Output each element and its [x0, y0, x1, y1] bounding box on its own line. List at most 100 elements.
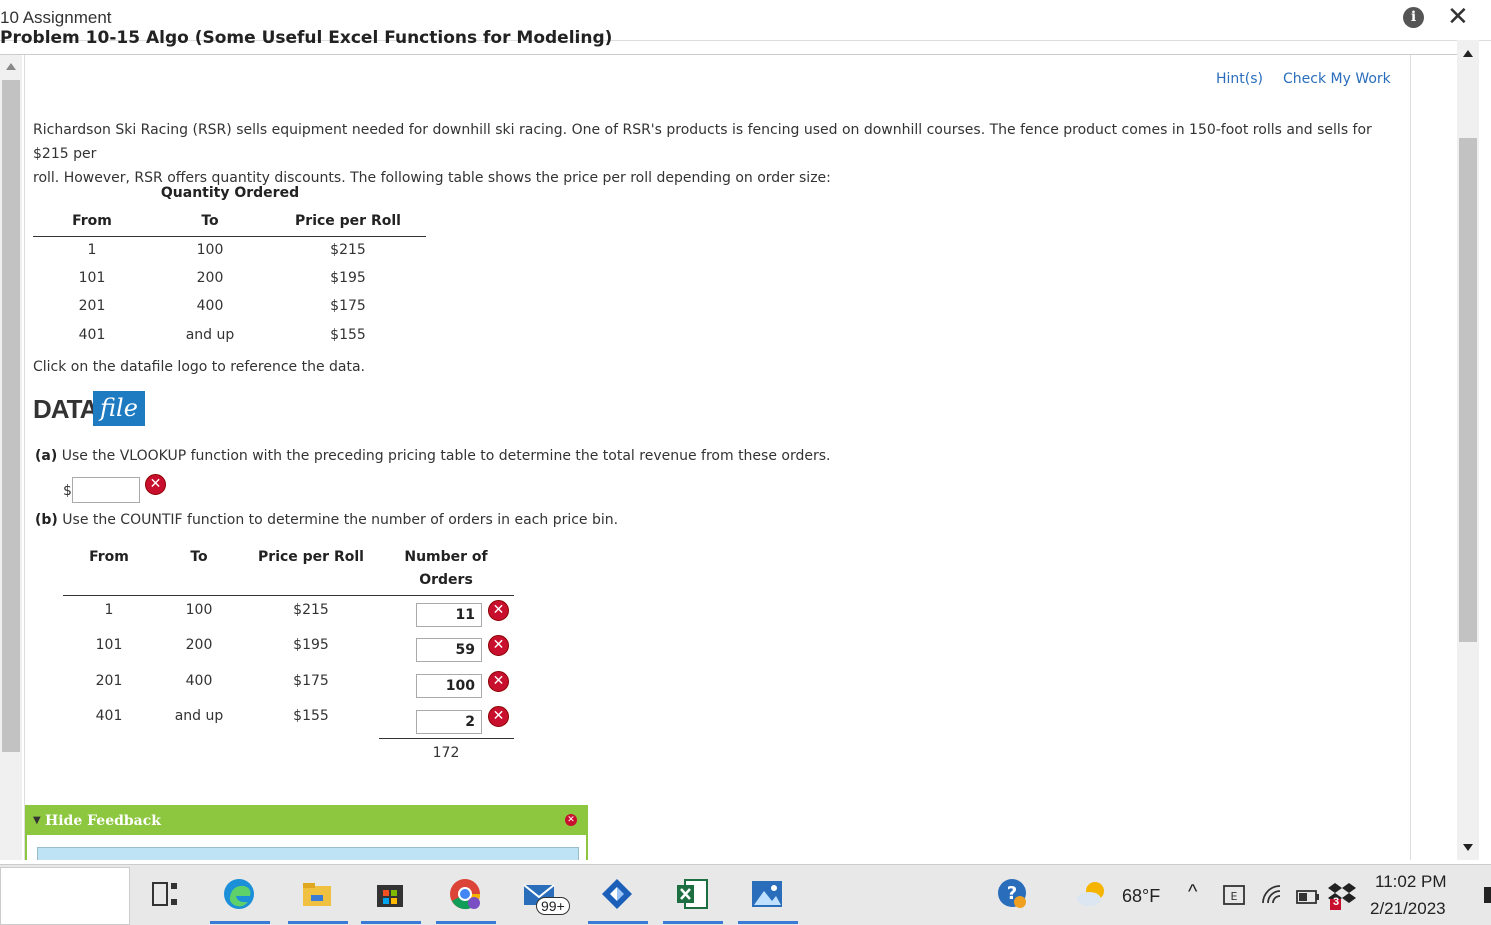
- incorrect-icon: ✕: [488, 635, 509, 656]
- pricing-cell: 201: [78, 298, 106, 314]
- left-scrollbar[interactable]: [0, 55, 22, 860]
- photos-icon[interactable]: [750, 877, 784, 911]
- help-icon[interactable]: ?: [996, 877, 1028, 909]
- edge-browser-icon[interactable]: [222, 877, 256, 911]
- pricing-cell: $215: [330, 242, 366, 258]
- svg-text:E: E: [1231, 890, 1238, 903]
- keyboard-ime-icon[interactable]: E: [1222, 883, 1248, 909]
- datafile-logo-file: file: [93, 391, 145, 426]
- part-b-label: (b): [35, 512, 58, 528]
- chrome-icon[interactable]: [448, 877, 482, 911]
- task-view-icon[interactable]: [148, 877, 182, 911]
- battery-icon[interactable]: [1296, 885, 1320, 909]
- check-my-work-link[interactable]: Check My Work: [1283, 71, 1391, 87]
- total-rule: [379, 738, 514, 739]
- intro-line-1: Richardson Ski Racing (RSR) sells equipm…: [33, 122, 1372, 162]
- scroll-up-icon[interactable]: [1463, 50, 1473, 57]
- orders-cell-to: 400: [185, 673, 213, 689]
- pricing-cell: $195: [330, 270, 366, 286]
- orders-cell-price: $195: [293, 637, 329, 653]
- pricing-header-from: From: [72, 213, 112, 229]
- feedback-close-icon[interactable]: ✕: [565, 814, 577, 826]
- pricing-cell: 401: [78, 327, 106, 343]
- notification-count-badge: 3: [1333, 896, 1340, 908]
- pricing-cell: 101: [78, 270, 106, 286]
- orders-cell-price: $215: [293, 602, 329, 618]
- excel-icon[interactable]: [675, 877, 709, 911]
- orders-header-price: Price per Roll: [258, 549, 364, 565]
- orders-header-number: Number of: [404, 549, 488, 565]
- pricing-cell: 100: [196, 242, 224, 258]
- part-a-prompt: (a) Use the VLOOKUP function with the pr…: [35, 448, 830, 464]
- orders-cell-to: 100: [185, 602, 213, 618]
- orders-cell-from: 201: [95, 673, 123, 689]
- feedback-content: [37, 847, 579, 860]
- part-a-text: Use the VLOOKUP function with the preced…: [61, 448, 831, 464]
- pricing-cell: 400: [196, 298, 224, 314]
- currency-symbol: $: [63, 483, 72, 499]
- app-arrows-icon[interactable]: [600, 877, 634, 911]
- scroll-down-icon[interactable]: [1463, 844, 1473, 851]
- show-hidden-icons-chevron-icon[interactable]: ^: [1188, 881, 1197, 904]
- taskbar-search-box[interactable]: [0, 867, 130, 925]
- orders-total: 172: [432, 745, 460, 761]
- orders-header-to: To: [190, 549, 208, 565]
- orders-input[interactable]: 100: [416, 674, 482, 698]
- orders-header-orders: Orders: [419, 572, 473, 588]
- weather-icon[interactable]: [1075, 877, 1109, 911]
- incorrect-icon: ✕: [488, 671, 509, 692]
- windows-taskbar: 99+ ? 68°F ^ E 3 11:02 PM 2/21/2023: [0, 864, 1491, 925]
- scroll-up-arrow-icon[interactable]: [6, 63, 16, 70]
- hints-link[interactable]: Hint(s): [1216, 71, 1263, 87]
- orders-input[interactable]: 2: [416, 710, 482, 734]
- pricing-cell: 1: [87, 242, 97, 258]
- close-icon[interactable]: ✕: [1447, 4, 1469, 30]
- orders-cell-to: and up: [174, 708, 224, 724]
- orders-input[interactable]: 59: [416, 638, 482, 662]
- pricing-header-rule: [33, 236, 426, 237]
- hide-feedback-toggle[interactable]: ▼ Hide Feedback ✕: [27, 805, 588, 835]
- clock-date[interactable]: 2/21/2023: [1370, 899, 1446, 919]
- orders-cell-from: 101: [95, 637, 123, 653]
- problem-subheading-text: Problem 10-15 Algo (Some Useful Excel Fu…: [0, 28, 613, 48]
- right-scrollbar-thumb[interactable]: [1459, 138, 1477, 642]
- right-scrollbar[interactable]: [1457, 40, 1479, 860]
- pricing-cell: and up: [185, 327, 235, 343]
- orders-input[interactable]: 11: [416, 603, 482, 627]
- assignment-content: Hint(s) Check My Work Richardson Ski Rac…: [24, 55, 1411, 860]
- orders-header-from: From: [89, 549, 129, 565]
- total-revenue-input[interactable]: [72, 477, 140, 503]
- datafile-note: Click on the datafile logo to reference …: [33, 359, 366, 375]
- part-b-text: Use the COUNTIF function to determine th…: [62, 512, 619, 528]
- collapse-triangle-icon: ▼: [33, 815, 41, 826]
- microsoft-store-icon[interactable]: [373, 877, 407, 911]
- feedback-panel: ▼ Hide Feedback ✕: [25, 805, 588, 860]
- incorrect-icon: ✕: [145, 474, 166, 495]
- mail-badge: 99+: [536, 897, 570, 915]
- orders-cell-from: 401: [95, 708, 123, 724]
- pricing-header-to: To: [201, 213, 219, 229]
- weather-temperature: 68°F: [1122, 886, 1161, 906]
- orders-cell-price: $175: [293, 673, 329, 689]
- problem-intro: Richardson Ski Racing (RSR) sells equipm…: [33, 118, 1403, 190]
- wifi-icon[interactable]: [1260, 883, 1286, 909]
- datafile-logo-data: DATA: [33, 394, 98, 424]
- pricing-cell: 200: [196, 270, 224, 286]
- left-scrollbar-thumb[interactable]: [2, 80, 20, 752]
- pricing-cell: $175: [330, 298, 366, 314]
- clock-time[interactable]: 11:02 PM: [1375, 872, 1447, 892]
- window-title: 10 Assignment: [0, 8, 112, 27]
- problem-subheading: Problem 10-15 Algo (Some Useful Excel Fu…: [0, 28, 1460, 55]
- incorrect-icon: ✕: [488, 706, 509, 727]
- part-b-prompt: (b) Use the COUNTIF function to determin…: [35, 512, 618, 528]
- hide-feedback-label: Hide Feedback: [45, 813, 161, 829]
- show-desktop-button[interactable]: [1484, 887, 1491, 903]
- info-icon[interactable]: i: [1403, 7, 1424, 28]
- orders-cell-price: $155: [293, 708, 329, 724]
- incorrect-icon: ✕: [488, 600, 509, 621]
- orders-cell-to: 200: [185, 637, 213, 653]
- orders-cell-from: 1: [104, 602, 114, 618]
- quantity-ordered-header: Quantity Ordered: [160, 185, 300, 201]
- orders-header-rule: [63, 595, 514, 596]
- file-explorer-icon[interactable]: [300, 877, 334, 911]
